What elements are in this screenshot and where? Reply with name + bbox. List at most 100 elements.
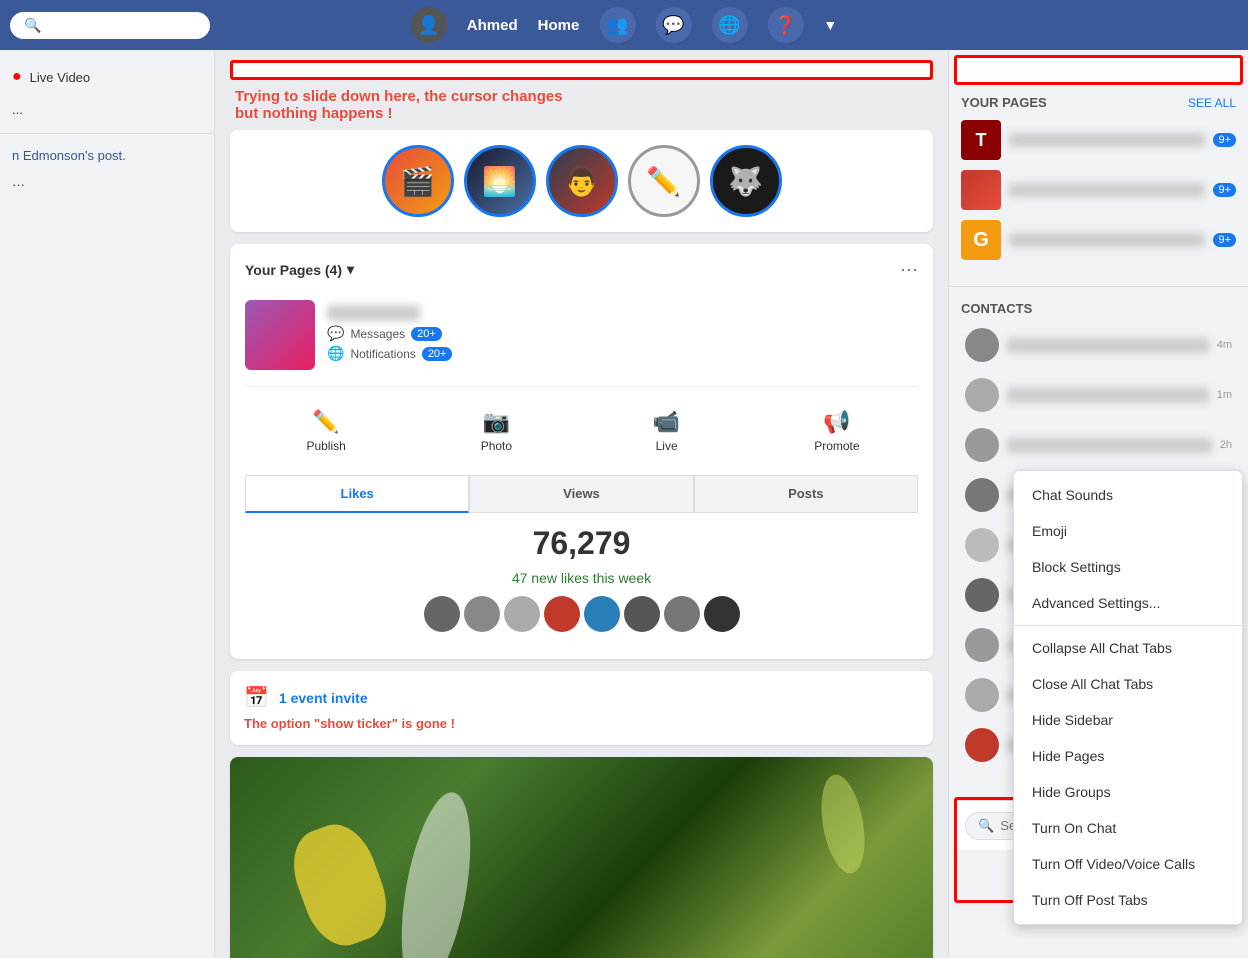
page-item: N....Television 💬 Messages 20+ 🌐 Notific…: [245, 292, 918, 378]
contact-item-3[interactable]: Contact name 2h: [961, 424, 1236, 466]
help-icon-btn[interactable]: ❓: [767, 7, 803, 43]
story-1[interactable]: 🎬: [382, 145, 454, 217]
page-tabs: Likes Views Posts: [245, 475, 918, 513]
stats-avatar-8: [704, 596, 740, 632]
sidebar-live-video-label: Live Video: [30, 70, 90, 85]
stats-avatar-5: [584, 596, 620, 632]
new-likes-text: 47 new likes this week: [245, 570, 918, 586]
tab-likes[interactable]: Likes: [245, 475, 469, 513]
sidebar-section-divider: [949, 286, 1248, 287]
right-sidebar: YOUR PAGES SEE ALL T N.... page name her…: [948, 50, 1248, 958]
publish-icon: ✏️: [312, 409, 339, 435]
stories-card: 🎬 🌅 👨 ✏️ 🐺: [230, 130, 933, 232]
right-page-badge-3: 9+: [1213, 233, 1236, 247]
contacts-title: CONTACTS: [961, 301, 1236, 316]
contact-avatar-7: [965, 628, 999, 662]
contact-time-3: 2h: [1220, 439, 1232, 451]
sidebar-divider-1: [0, 133, 214, 134]
your-pages-title: YOUR PAGES: [961, 95, 1047, 110]
right-page-name-3: G... page name here: [1009, 233, 1205, 247]
sidebar-more-btn[interactable]: ...: [0, 94, 214, 125]
contact-avatar-4: [965, 478, 999, 512]
globe-icon-btn[interactable]: 🌐: [711, 7, 747, 43]
dropdown-block-settings[interactable]: Block Settings: [1014, 549, 1242, 585]
likes-count: 76,279: [245, 525, 918, 562]
live-button[interactable]: 📹 Live: [586, 399, 748, 463]
dropdown-turn-off-video-voice[interactable]: Turn Off Video/Voice Calls: [1014, 846, 1242, 882]
contact-avatar-3: [965, 428, 999, 462]
photo-button[interactable]: 📷 Photo: [415, 399, 577, 463]
story-5[interactable]: 🐺: [710, 145, 782, 217]
nav-avatar[interactable]: 👤: [411, 7, 447, 43]
dropdown-turn-off-post-tabs[interactable]: Turn Off Post Tabs: [1014, 882, 1242, 918]
dropdown-turn-on-chat[interactable]: Turn On Chat: [1014, 810, 1242, 846]
messenger-icon-btn[interactable]: 💬: [655, 7, 691, 43]
story-4[interactable]: ✏️: [628, 145, 700, 217]
contact-avatar-5: [965, 528, 999, 562]
dropdown-hide-groups[interactable]: Hide Groups: [1014, 774, 1242, 810]
page-info: N....Television 💬 Messages 20+ 🌐 Notific…: [327, 305, 918, 365]
more-icon: ...: [12, 102, 23, 117]
contact-name-2: Contact name: [1007, 388, 1209, 403]
dropdown-chevron-icon: ▾: [347, 261, 354, 278]
tab-posts[interactable]: Posts: [694, 475, 918, 513]
annotation-red-box-top: [230, 60, 933, 80]
nav-search-bar[interactable]: 🔍: [10, 12, 210, 39]
contact-avatar-9: [965, 728, 999, 762]
contact-item-1[interactable]: Contact name 4m: [961, 324, 1236, 366]
pages-more-icon[interactable]: ···: [900, 259, 918, 280]
stats-avatar-6: [624, 596, 660, 632]
page-name: N....Television: [327, 305, 918, 321]
dropdown-hide-pages[interactable]: Hide Pages: [1014, 738, 1242, 774]
tab-views[interactable]: Views: [469, 475, 693, 513]
right-page-thumb-3: G: [961, 220, 1001, 260]
sidebar-edmonton-post[interactable]: n Edmonson's post.: [0, 142, 214, 169]
chat-dropdown-menu: Chat Sounds Emoji Block Settings Advance…: [1013, 470, 1243, 925]
right-page-item-1: T N.... page name here 9+: [961, 120, 1236, 160]
publish-button[interactable]: ✏️ Publish: [245, 399, 407, 463]
ellipsis-icon: ···: [12, 177, 25, 192]
calendar-icon: 📅: [244, 685, 269, 710]
pages-card: Your Pages (4) ▾ ··· N....Television 💬 M…: [230, 244, 933, 659]
dropdown-chat-sounds[interactable]: Chat Sounds: [1014, 477, 1242, 513]
pages-card-title: Your Pages (4) ▾: [245, 261, 354, 278]
story-2[interactable]: 🌅: [464, 145, 536, 217]
right-page-thumb-1: T: [961, 120, 1001, 160]
page-actions: ✏️ Publish 📷 Photo 📹 Live 📢 Promote: [245, 399, 918, 463]
contact-avatar-6: [965, 578, 999, 612]
top-nav: 🔍 👤 Ahmed Home 👥 💬 🌐 ❓ ▼: [0, 0, 1248, 50]
sidebar-more-2[interactable]: ···: [0, 169, 214, 200]
event-text[interactable]: 1 event invite: [279, 690, 368, 706]
nav-home[interactable]: Home: [538, 17, 580, 34]
stats-avatar-1: [424, 596, 460, 632]
dropdown-advanced-settings[interactable]: Advanced Settings...: [1014, 585, 1242, 621]
dropdown-close-all-chat-tabs[interactable]: Close All Chat Tabs: [1014, 666, 1242, 702]
right-page-badge-1: 9+: [1213, 133, 1236, 147]
right-page-name-2: page name redacted: [1009, 183, 1205, 197]
promote-button[interactable]: 📢 Promote: [756, 399, 918, 463]
messages-badge: 20+: [411, 327, 442, 341]
right-page-item-2: page name redacted 9+: [961, 170, 1236, 210]
dropdown-emoji[interactable]: Emoji: [1014, 513, 1242, 549]
bottom-search-icon: 🔍: [978, 818, 994, 834]
sidebar-live-video[interactable]: ● Live Video: [0, 60, 214, 94]
dropdown-hide-sidebar[interactable]: Hide Sidebar: [1014, 702, 1242, 738]
contact-time-1: 4m: [1217, 339, 1232, 351]
page-divider: [245, 386, 918, 387]
image-placeholder: [230, 757, 933, 958]
nav-dropdown-arrow[interactable]: ▼: [823, 17, 837, 33]
contact-item-2[interactable]: Contact name 1m: [961, 374, 1236, 416]
contact-name-1: Contact name: [1007, 338, 1209, 353]
right-page-item-3: G G... page name here 9+: [961, 220, 1236, 260]
story-3[interactable]: 👨: [546, 145, 618, 217]
nav-username: Ahmed: [467, 17, 518, 34]
search-icon: 🔍: [24, 17, 41, 34]
right-page-badge-2: 9+: [1213, 183, 1236, 197]
stats-avatar-2: [464, 596, 500, 632]
right-page-thumb-2: [961, 170, 1001, 210]
see-all-link[interactable]: SEE ALL: [1188, 96, 1236, 110]
dropdown-collapse-all-chat-tabs[interactable]: Collapse All Chat Tabs: [1014, 630, 1242, 666]
contact-avatar-8: [965, 678, 999, 712]
contact-avatar-1: [965, 328, 999, 362]
friends-icon-btn[interactable]: 👥: [599, 7, 635, 43]
